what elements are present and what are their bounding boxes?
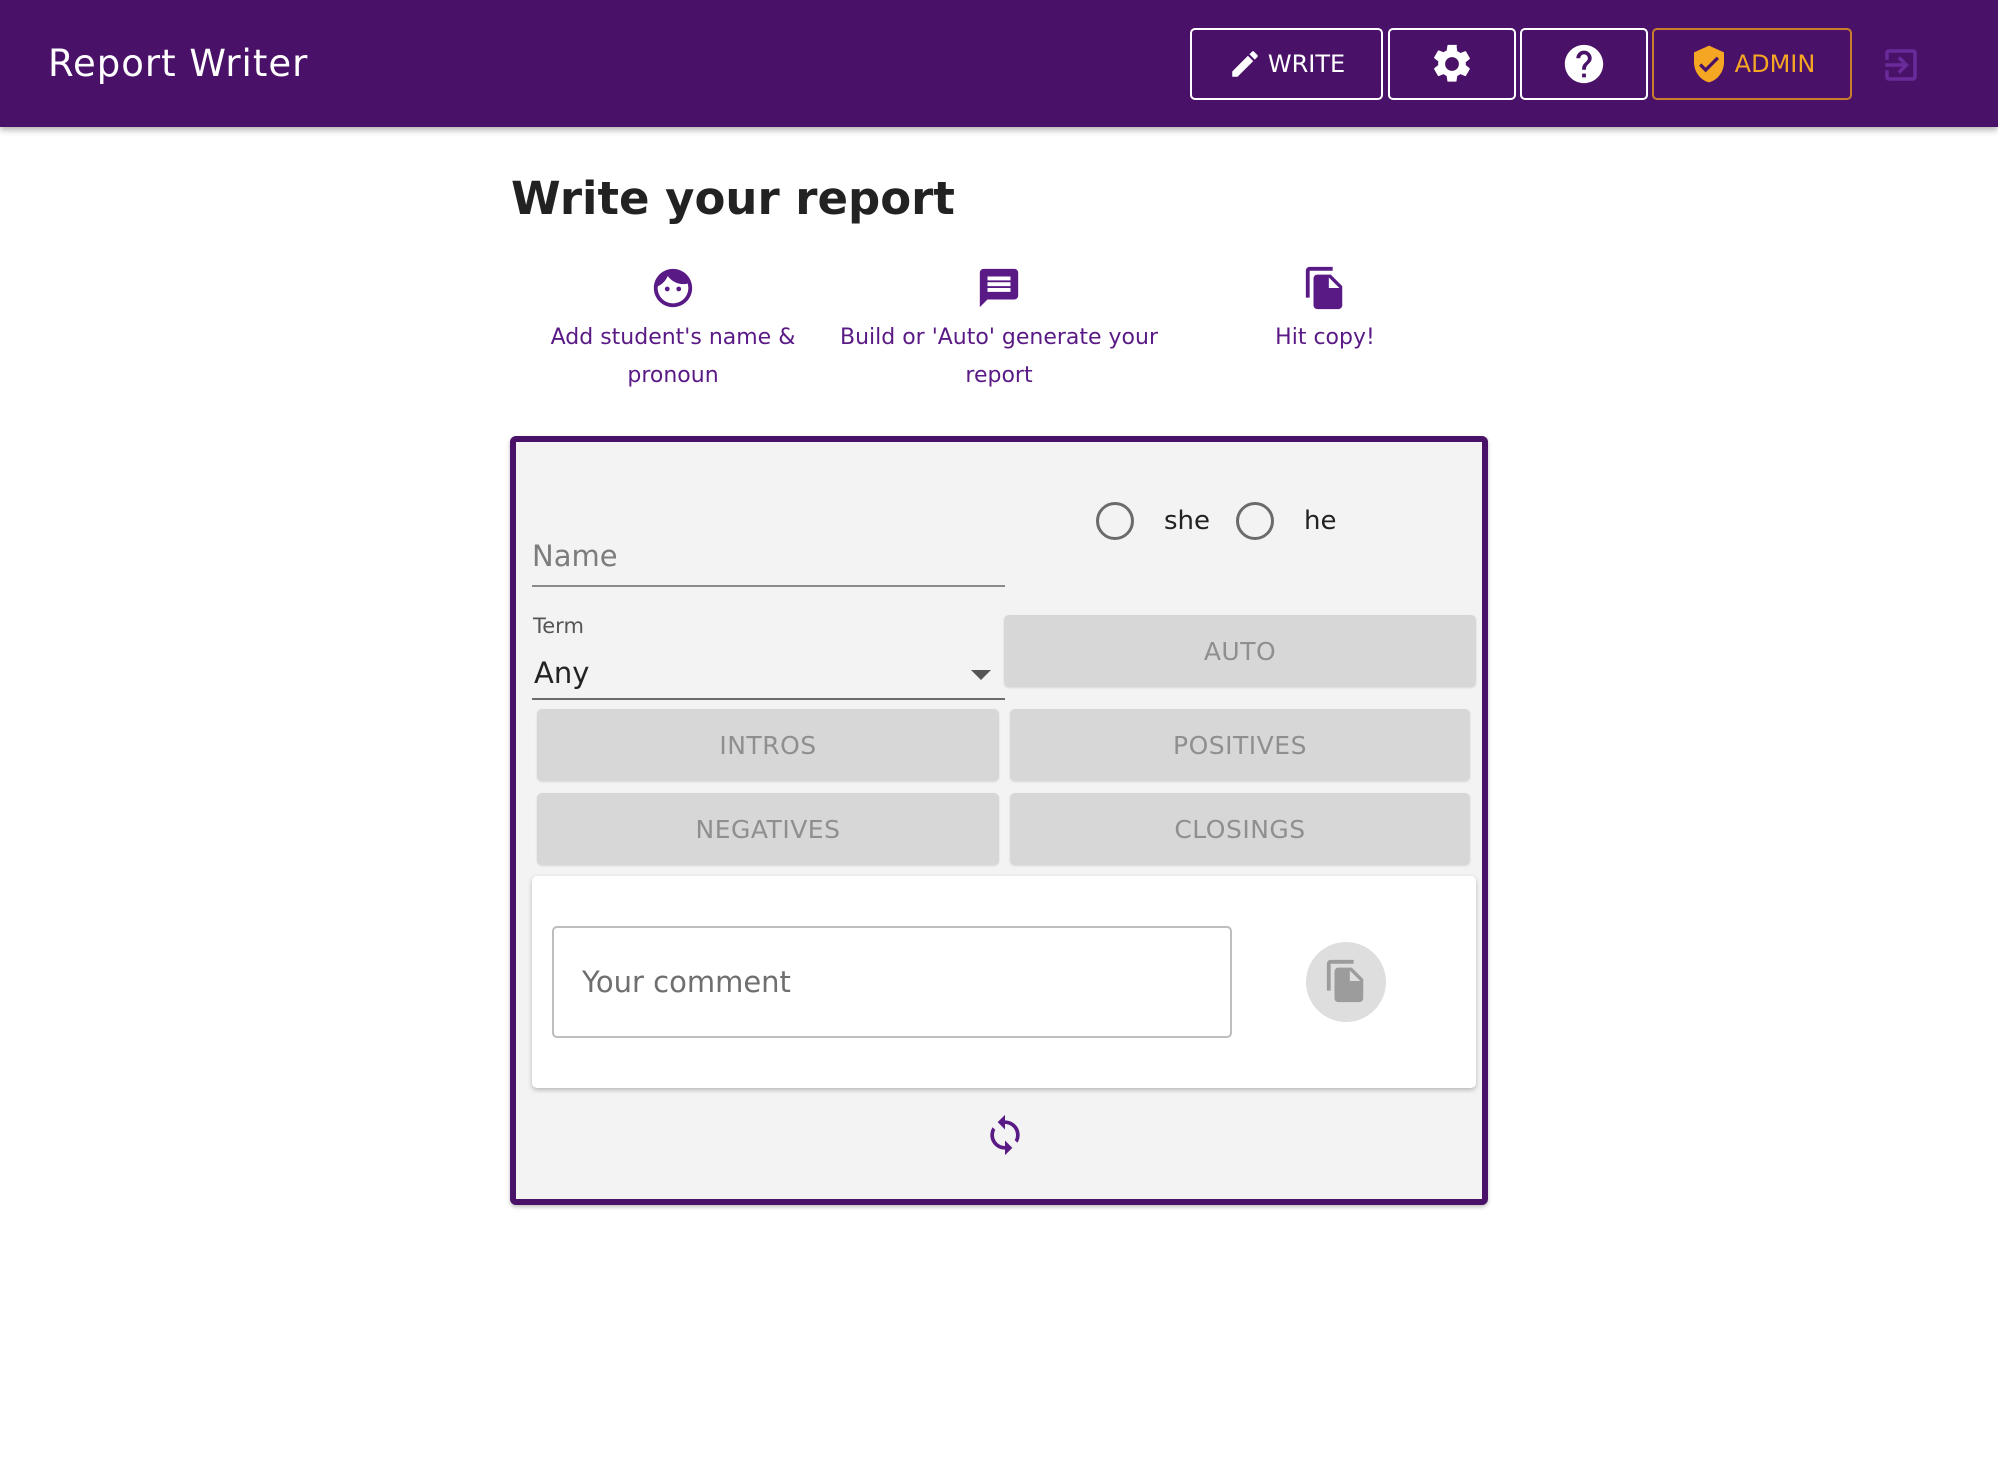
comment-icon (834, 265, 1164, 315)
page-title: Write your report (511, 172, 955, 225)
refresh-icon (983, 1113, 1027, 1161)
auto-button[interactable]: AUTO (1004, 615, 1476, 687)
pronoun-option-she[interactable]: she (1096, 502, 1210, 540)
name-field (532, 527, 1005, 587)
term-select[interactable]: Any (532, 642, 1005, 700)
app-title: Report Writer (48, 42, 309, 85)
term-value: Any (534, 656, 590, 690)
positives-button[interactable]: POSITIVES (1010, 709, 1470, 781)
logout-button[interactable] (1880, 44, 1922, 86)
negatives-button[interactable]: NEGATIVES (537, 793, 999, 865)
refresh-button[interactable] (980, 1112, 1030, 1162)
logout-icon (1880, 49, 1922, 90)
comment-panel (532, 876, 1476, 1088)
comment-input[interactable] (554, 928, 1230, 1036)
help-button[interactable] (1520, 28, 1648, 100)
app-bar: Report Writer WRITE ADMIN (0, 0, 1998, 127)
comment-field (552, 926, 1232, 1038)
name-input[interactable] (532, 527, 1005, 585)
step-label: Hit copy! (1275, 325, 1375, 350)
copy-icon (1160, 265, 1490, 315)
radio-label: she (1164, 506, 1211, 536)
report-card: she he Term Any AUTO INTROS POSITIVES NE… (510, 436, 1488, 1205)
admin-button[interactable]: ADMIN (1652, 28, 1852, 100)
step-label: Build or 'Auto' generate your report (839, 325, 1158, 388)
closings-button[interactable]: CLOSINGS (1010, 793, 1470, 865)
pronoun-radio-group: she he (1096, 502, 1363, 540)
radio-button-she[interactable] (1096, 502, 1134, 540)
shield-check-icon (1689, 44, 1735, 84)
copy-button[interactable] (1306, 942, 1386, 1022)
admin-button-label: ADMIN (1734, 50, 1816, 78)
step-add-student: Add student's name & pronoun (508, 265, 838, 395)
help-icon (1561, 41, 1607, 87)
pronoun-option-he[interactable]: he (1236, 502, 1337, 540)
write-button-label: WRITE (1267, 50, 1346, 78)
step-build-report: Build or 'Auto' generate your report (834, 265, 1164, 395)
pencil-icon (1228, 47, 1268, 81)
dropdown-arrow-icon (971, 670, 991, 680)
term-label: Term (533, 614, 584, 638)
write-button[interactable]: WRITE (1190, 28, 1383, 100)
step-label: Add student's name & pronoun (550, 325, 796, 388)
step-copy: Hit copy! (1160, 265, 1490, 357)
settings-button[interactable] (1388, 28, 1516, 100)
radio-button-he[interactable] (1236, 502, 1275, 540)
copy-icon (1323, 958, 1369, 1007)
radio-label: he (1304, 506, 1337, 536)
intros-button[interactable]: INTROS (537, 709, 999, 781)
gear-icon (1429, 41, 1475, 87)
face-icon (508, 265, 838, 315)
